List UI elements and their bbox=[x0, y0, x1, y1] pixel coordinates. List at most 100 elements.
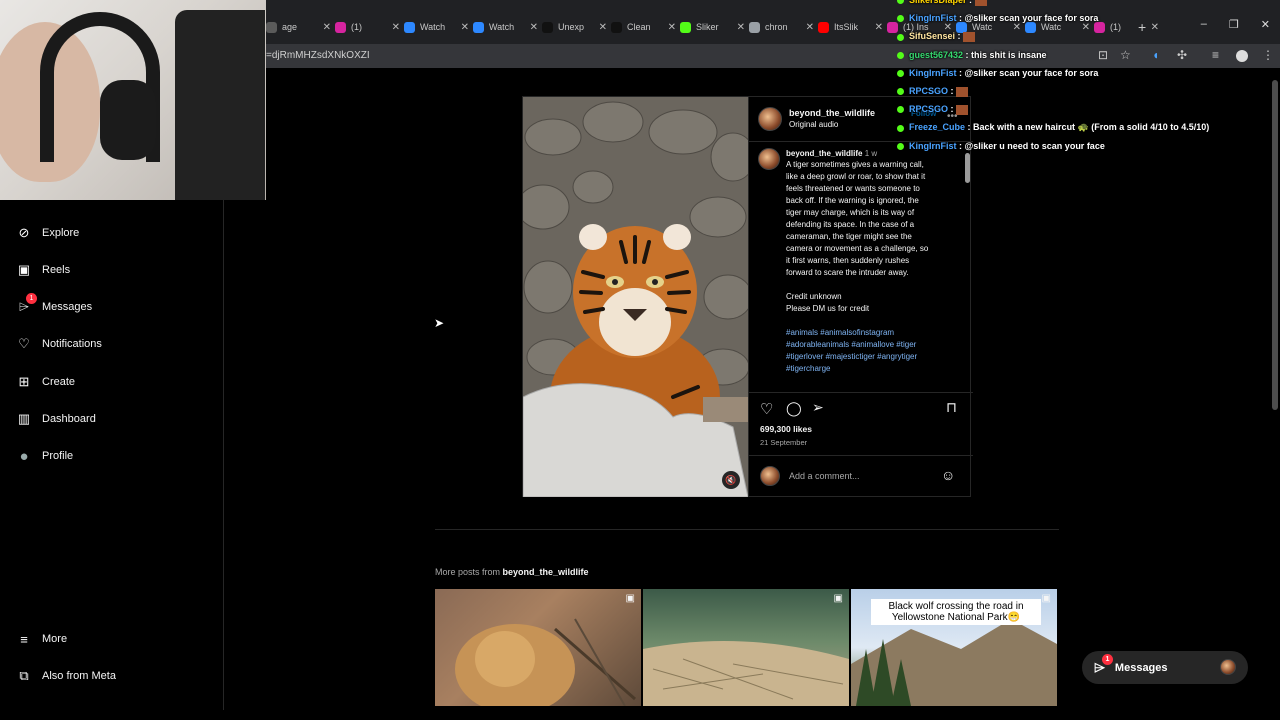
reels-icon: ▣ bbox=[17, 262, 31, 277]
hashtag-line[interactable]: #tigercharge bbox=[786, 363, 958, 375]
author-avatar[interactable] bbox=[758, 107, 782, 131]
more-post-thumb-2[interactable]: ▣ bbox=[643, 589, 849, 706]
viewer-avatar bbox=[760, 466, 780, 486]
author-username[interactable]: beyond_the_wildlife bbox=[789, 108, 875, 118]
tab-favicon-icon bbox=[335, 21, 346, 33]
extensions-puzzle-icon[interactable]: ✣ bbox=[1177, 48, 1187, 62]
reel-icon: ▣ bbox=[625, 593, 635, 604]
also-from-meta-button[interactable]: ⧉ Also from Meta bbox=[16, 668, 116, 684]
url-field[interactable]: =djRmMHZsdXNkOXZI bbox=[266, 50, 370, 61]
minimize-button[interactable]: – bbox=[1201, 18, 1207, 31]
comment-divider bbox=[749, 455, 973, 456]
caption-text: A tiger sometimes gives a warning call, l… bbox=[786, 159, 958, 375]
tab-label: Watch bbox=[489, 22, 515, 32]
profile-avatar-icon[interactable] bbox=[1236, 50, 1248, 62]
new-tab-button[interactable]: + bbox=[1138, 19, 1146, 35]
comment-input[interactable]: Add a comment... bbox=[789, 471, 860, 481]
hashtag-line[interactable]: #animals #animalsofinstagram bbox=[786, 327, 958, 339]
sidebar-item-dashboard[interactable]: ▥ Dashboard bbox=[16, 411, 96, 427]
sidebar-item-create[interactable]: ⊞ Create bbox=[16, 374, 75, 390]
reel-video[interactable]: 🔇 bbox=[523, 97, 748, 497]
chat-username: KingIrnFist bbox=[909, 13, 957, 24]
sidebar-item-notifications[interactable]: ♡ Notifications bbox=[16, 336, 102, 352]
browser-tab[interactable]: chron ✕ bbox=[749, 14, 814, 40]
browser-tab[interactable]: Sliker ✕ bbox=[680, 14, 745, 40]
more-posts-user[interactable]: beyond_the_wildlife bbox=[503, 567, 589, 577]
tab-close-icon[interactable]: ✕ bbox=[457, 22, 469, 33]
share-icon[interactable]: ➢ bbox=[812, 399, 824, 416]
caption-username[interactable]: beyond_the_wildlife bbox=[786, 149, 862, 158]
pill-avatar bbox=[1220, 659, 1236, 675]
tab-close-icon[interactable]: ✕ bbox=[802, 22, 814, 33]
kebab-menu-icon[interactable]: ⋮ bbox=[1262, 48, 1274, 62]
more-post-thumb-1[interactable]: ▣ bbox=[435, 589, 641, 706]
chart-icon: ▥ bbox=[17, 411, 31, 426]
caption-avatar[interactable] bbox=[758, 148, 780, 170]
caption-time: 1 w bbox=[864, 149, 878, 158]
mute-icon[interactable]: 🔇 bbox=[722, 471, 740, 489]
lion-thumbnail bbox=[455, 618, 636, 706]
close-window-button[interactable]: ✕ bbox=[1261, 18, 1270, 31]
caption-line: like a deep growl or roar, to show that … bbox=[786, 172, 926, 181]
browser-tab[interactable]: (1) ✕ bbox=[1094, 14, 1159, 40]
caption-scrollbar[interactable] bbox=[965, 153, 970, 183]
tab-close-icon[interactable]: ✕ bbox=[733, 22, 745, 33]
emoji-icon[interactable]: ☺ bbox=[941, 467, 955, 483]
bookmark-star-icon[interactable]: ☆ bbox=[1120, 48, 1131, 62]
tiger-video-frame bbox=[523, 97, 748, 497]
tab-close-icon[interactable]: ✕ bbox=[664, 22, 676, 33]
browser-tab[interactable]: age ✕ bbox=[266, 14, 331, 40]
audio-label[interactable]: Original audio bbox=[789, 120, 838, 129]
tab-label: ItsSlik bbox=[834, 22, 859, 32]
sidebar-item-profile[interactable]: ● Profile bbox=[16, 448, 73, 465]
section-divider bbox=[435, 529, 1059, 530]
hashtag-line[interactable]: #adorableanimals #animallove #tiger bbox=[786, 339, 958, 351]
credit-line-1: Credit unknown bbox=[786, 292, 842, 301]
browser-tab[interactable]: Clean ✕ bbox=[611, 14, 676, 40]
browser-tab[interactable]: Unexp ✕ bbox=[542, 14, 607, 40]
page-scrollbar[interactable] bbox=[1272, 80, 1278, 410]
chat-message: RPCSGO : bbox=[897, 86, 969, 97]
browser-tab[interactable]: Watch ✕ bbox=[404, 14, 469, 40]
like-heart-icon[interactable]: ♡ bbox=[760, 400, 773, 418]
chat-message: SlikersDiaper : bbox=[897, 0, 987, 6]
sidebar-item-messages[interactable]: ⌲ 1 Messages bbox=[16, 293, 92, 315]
chat-badge-icon bbox=[897, 69, 904, 77]
tab-close-icon[interactable]: ✕ bbox=[526, 22, 538, 33]
extension-icon[interactable]: ◖ bbox=[1152, 48, 1159, 62]
comment-icon[interactable]: ◯ bbox=[786, 400, 802, 417]
compass-icon: ⊘ bbox=[18, 225, 30, 240]
sidebar-item-label: Dashboard bbox=[42, 413, 96, 425]
more-post-thumb-3[interactable]: Black wolf crossing the road in Yellowst… bbox=[851, 589, 1057, 706]
tab-close-icon[interactable]: ✕ bbox=[871, 22, 883, 33]
browser-tab[interactable]: ItsSlik ✕ bbox=[818, 14, 883, 40]
messages-floating-button[interactable]: ⌲ 1 Messages bbox=[1082, 651, 1248, 684]
hashtag-line[interactable]: #tigerlover #majestictiger #angrytiger bbox=[786, 351, 958, 363]
chat-message: SifuSensei : bbox=[897, 31, 976, 43]
browser-tab[interactable]: (1) ✕ bbox=[335, 14, 400, 40]
tab-close-icon[interactable]: ✕ bbox=[319, 22, 331, 33]
tab-favicon-icon bbox=[680, 21, 691, 33]
chat-badge-icon bbox=[897, 15, 904, 23]
thumb-caption: Black wolf crossing the road in Yellowst… bbox=[871, 599, 1041, 625]
tab-close-icon[interactable]: ✕ bbox=[388, 22, 400, 33]
install-icon[interactable]: ⊡ bbox=[1098, 48, 1108, 62]
tab-search-icon[interactable]: ≡ bbox=[1212, 48, 1219, 62]
sidebar-item-label: Notifications bbox=[42, 338, 102, 350]
sidebar-item-reels[interactable]: ▣ Reels bbox=[16, 262, 70, 278]
restore-button[interactable]: ❐ bbox=[1229, 18, 1239, 31]
tab-close-icon[interactable]: ✕ bbox=[595, 22, 607, 33]
nest-thumbnail bbox=[643, 641, 849, 706]
more-menu-button[interactable]: ≡ More bbox=[16, 631, 67, 647]
hashtags: #animals #animalsofinstagram #adorableani… bbox=[786, 327, 958, 375]
sidebar-item-explore[interactable]: ⊘ Explore bbox=[16, 225, 80, 241]
sidebar-item-label: Create bbox=[42, 376, 76, 388]
like-count[interactable]: 699,300 likes bbox=[760, 424, 812, 434]
messenger-icon: ⌲ 1 bbox=[1094, 654, 1113, 676]
chat-message: KingIrnFist : @sliker scan your face for… bbox=[897, 13, 1098, 23]
tab-close-icon[interactable]: ✕ bbox=[1147, 22, 1159, 33]
hamburger-icon: ≡ bbox=[20, 631, 28, 647]
save-bookmark-icon[interactable]: ⊓ bbox=[946, 399, 957, 416]
browser-tab[interactable]: Watch ✕ bbox=[473, 14, 538, 40]
chat-username: KingIrnFist bbox=[909, 67, 957, 78]
